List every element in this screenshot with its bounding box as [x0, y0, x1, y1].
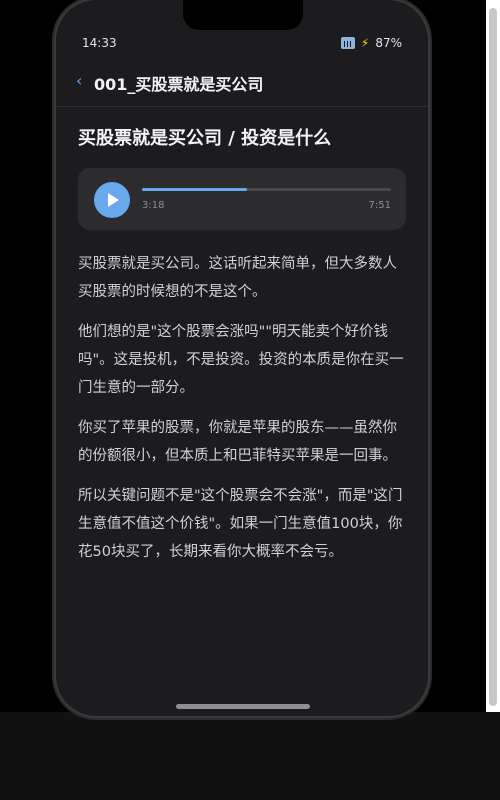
status-bar: 14:33 ⚡ 87%: [56, 34, 428, 54]
screen: 14:33 ⚡ 87% ‹ 001_买股票就是买公司 买股票就是买公司 / 投资…: [0, 0, 500, 800]
phone-frame: 14:33 ⚡ 87% ‹ 001_买股票就是买公司 买股票就是买公司 / 投资…: [56, 0, 428, 716]
paragraph: 他们想的是"这个股票会涨吗""明天能卖个好价钱吗"。这是投机，不是投资。投资的本…: [78, 324, 404, 396]
play-button[interactable]: [94, 182, 130, 218]
nav-title: 001_买股票就是买公司: [94, 75, 264, 94]
paragraph: 所以关键问题不是"这个股票会不会涨"，而是"这门生意值不值这个价钱"。如果一门生…: [78, 488, 403, 560]
paragraph-list: 买股票就是买公司。这话听起来简单，但大多数人买股票的时候想的不是这个。 他们想的…: [78, 250, 408, 566]
status-indicators: ⚡ 87%: [340, 36, 402, 50]
status-time: 14:33: [82, 36, 117, 50]
paragraph: 买股票就是买公司。这话听起来简单，但大多数人买股票的时候想的不是这个。: [78, 256, 397, 300]
nav-bar: ‹ 001_买股票就是买公司: [56, 60, 428, 107]
play-icon: [108, 193, 119, 207]
signal-icon: [340, 37, 355, 49]
home-indicator[interactable]: [176, 704, 310, 709]
total-time: 7:51: [368, 200, 391, 211]
paragraph: 你买了苹果的股票，你就是苹果的股东——虽然你的份额很小，但本质上和巴菲特买苹果是…: [78, 420, 397, 464]
progress-bar[interactable]: [142, 188, 391, 191]
audio-player: 3:18 7:51: [78, 168, 406, 230]
scrollbar-thumb[interactable]: [489, 8, 497, 706]
bolt-icon: ⚡: [360, 36, 370, 50]
notch: [183, 0, 303, 30]
article-content: 买股票就是买公司 / 投资是什么 3:18 7:51 买股票就是买公司。这话听起…: [78, 126, 408, 566]
progress-fill: [142, 188, 247, 191]
current-time: 3:18: [142, 200, 165, 211]
article-title: 买股票就是买公司 / 投资是什么: [78, 128, 332, 149]
back-chevron-icon[interactable]: ‹: [76, 71, 82, 90]
battery-level: 87%: [375, 36, 402, 50]
